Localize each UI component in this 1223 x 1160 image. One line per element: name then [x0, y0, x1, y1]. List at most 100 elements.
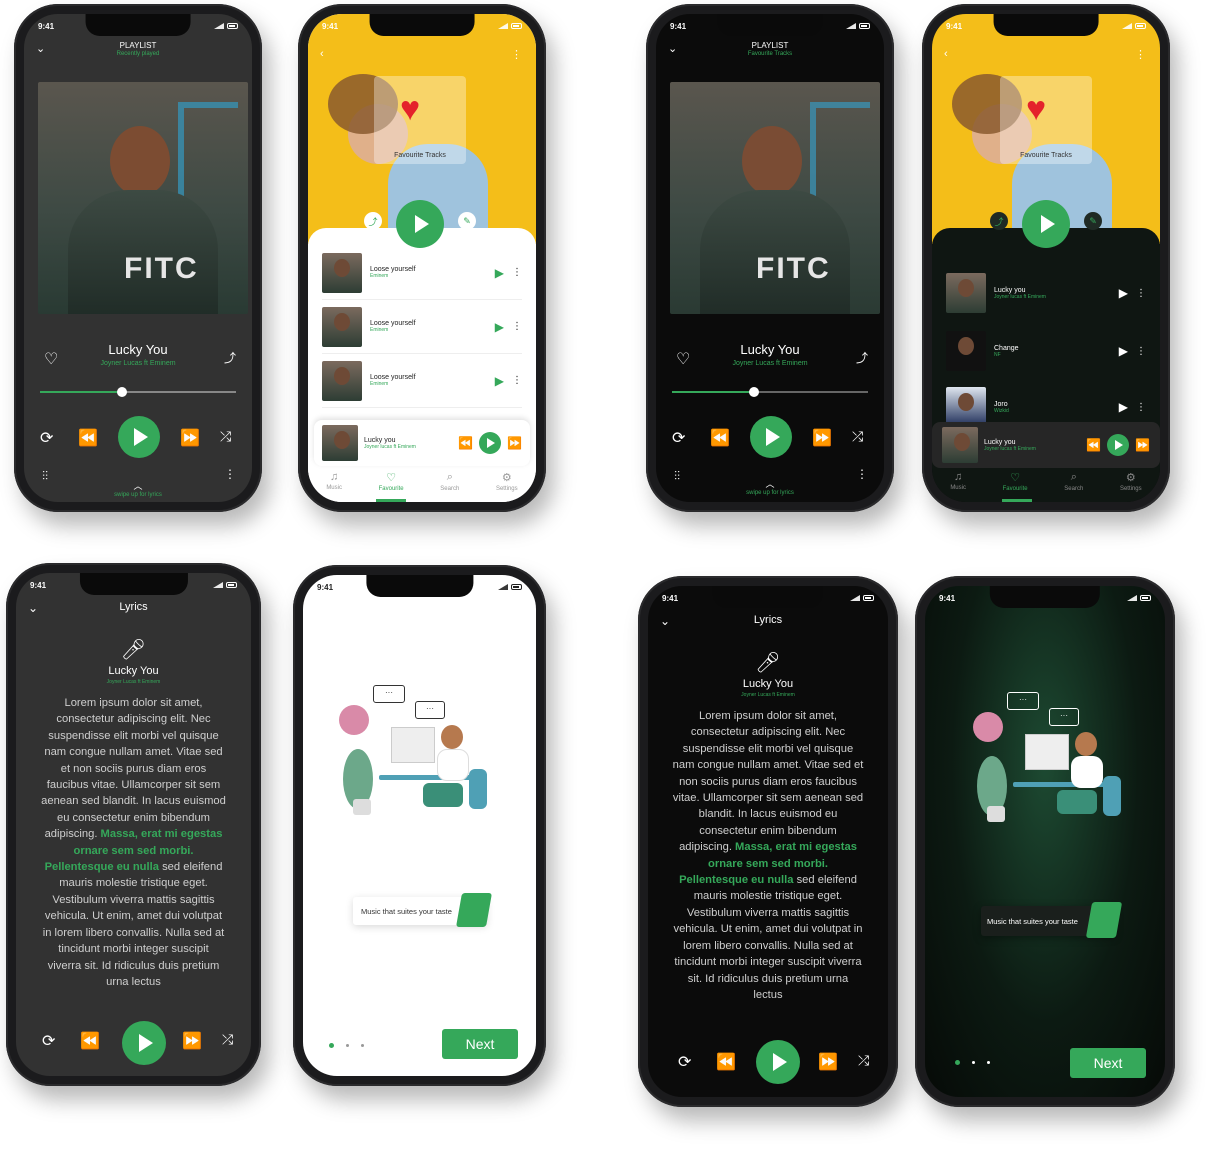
previous-icon[interactable]: ⏪ — [716, 1052, 736, 1072]
next-button[interactable]: Next — [1070, 1048, 1146, 1078]
next-icon[interactable]: ⏩ — [180, 428, 200, 448]
list-item[interactable]: Loose yourself Eminem ▶ ⋮ — [322, 300, 522, 354]
next-icon[interactable]: ⏩ — [1135, 438, 1150, 452]
track-artist: Wizkid — [994, 407, 1009, 414]
menu-icon[interactable]: ⋮ — [511, 48, 522, 61]
tab-bar: ♫ Music ♡ Favourite ⌕ Search ⚙ Settings — [308, 460, 536, 502]
tab-music[interactable]: ♫ Music — [326, 471, 342, 491]
tab-favourite[interactable]: ♡ Favourite — [379, 471, 404, 492]
tab-indicator — [1002, 499, 1032, 502]
share-circle-icon[interactable]: ⤴ — [990, 212, 1008, 230]
caption-text: Music that suites your taste — [361, 907, 452, 916]
play-icon — [773, 1053, 787, 1071]
share-circle-icon[interactable]: ⤴ — [364, 212, 382, 230]
microphone-icon: 🎤︎ — [755, 652, 781, 674]
track-play-icon[interactable]: ▶ — [495, 320, 504, 334]
previous-icon[interactable]: ⏪ — [78, 428, 98, 448]
list-item[interactable]: Change NF ▶ ⋮ — [946, 324, 1146, 378]
tab-settings[interactable]: ⚙ Settings — [496, 471, 518, 492]
microphone-icon: 🎤︎ — [120, 639, 147, 661]
seek-handle[interactable] — [117, 387, 128, 397]
shuffle-icon[interactable]: ⤮ — [220, 428, 231, 445]
repeat-icon[interactable]: ⟳ — [42, 1031, 55, 1051]
back-icon[interactable]: ‹ — [320, 48, 324, 60]
shuffle-icon[interactable]: ⤮ — [852, 428, 863, 445]
previous-icon[interactable]: ⏪ — [710, 428, 730, 448]
track-more-icon[interactable]: ⋮ — [1136, 402, 1146, 413]
next-icon[interactable]: ⏩ — [812, 428, 832, 448]
next-icon[interactable]: ⏩ — [507, 436, 522, 450]
repeat-icon[interactable]: ⟳ — [678, 1052, 691, 1072]
play-button[interactable] — [1022, 200, 1070, 248]
phone-player-dark: 9:41 ⌄ PLAYLIST Recently played FITC ♡ L… — [14, 4, 262, 512]
next-button[interactable]: Next — [442, 1029, 518, 1059]
list-item[interactable]: Loose yourself Eminem ▶ ⋮ — [322, 246, 522, 300]
tab-favourite[interactable]: ♡ Favourite — [1003, 471, 1028, 492]
next-icon[interactable]: ⏩ — [182, 1031, 202, 1051]
track-play-icon[interactable]: ▶ — [1119, 286, 1128, 300]
mini-play-button[interactable] — [479, 432, 502, 454]
play-button[interactable] — [118, 416, 160, 458]
track-more-icon[interactable]: ⋮ — [1136, 288, 1146, 299]
page-dot-active[interactable] — [329, 1043, 334, 1048]
onboarding-screen: 9:41 ··· ··· Music that suites your tast… — [925, 586, 1165, 1097]
tab-label: Music — [326, 485, 342, 491]
track-more-icon[interactable]: ⋮ — [512, 321, 522, 332]
mini-play-button[interactable] — [1107, 434, 1130, 456]
previous-icon[interactable]: ⏪ — [1086, 438, 1101, 452]
mini-player-thumbnail — [322, 425, 358, 461]
share-icon[interactable]: ⤴ — [856, 349, 868, 366]
tab-search[interactable]: ⌕ Search — [1064, 471, 1083, 492]
repeat-icon[interactable]: ⟳ — [40, 428, 53, 448]
lyrics-text: Lorem ipsum dolor sit amet, consectetur … — [16, 695, 251, 990]
track-play-icon[interactable]: ▶ — [495, 374, 504, 388]
play-button[interactable] — [396, 200, 444, 248]
previous-icon[interactable]: ⏪ — [80, 1031, 100, 1051]
track-play-icon[interactable]: ▶ — [495, 266, 504, 280]
play-button[interactable] — [122, 1021, 166, 1065]
list-item[interactable]: Loose yourself Eminem ▶ ⋮ — [322, 354, 522, 408]
status-bar: 9:41 — [24, 14, 252, 38]
song-artist: Joyner Lucas ft Eminem — [100, 360, 176, 367]
previous-icon[interactable]: ⏪ — [458, 436, 473, 450]
share-icon[interactable]: ⤴ — [224, 349, 236, 366]
next-icon[interactable]: ⏩ — [818, 1052, 838, 1072]
shuffle-icon[interactable]: ⤮ — [222, 1031, 233, 1048]
favourites-screen: ♥ Favourite Tracks 9:41 ‹ ⋮ ⤴ ✎ Loose yo… — [308, 14, 536, 502]
back-icon[interactable]: ‹ — [944, 48, 948, 60]
menu-icon[interactable]: ⋮ — [1135, 48, 1146, 61]
status-bar: 9:41 — [308, 14, 536, 38]
tab-search[interactable]: ⌕ Search — [440, 471, 459, 492]
shuffle-icon[interactable]: ⤮ — [858, 1052, 869, 1069]
playlist-header: PLAYLIST — [119, 41, 157, 50]
play-button[interactable] — [756, 1040, 800, 1084]
caption-accent — [456, 893, 492, 927]
track-more-icon[interactable]: ⋮ — [512, 267, 522, 278]
player-screen: 9:41 ⌄ PLAYLIST Favourite Tracks FITC ♡ … — [656, 14, 884, 502]
page-dot[interactable] — [972, 1061, 975, 1064]
page-dot[interactable] — [346, 1044, 349, 1047]
page-dot-active[interactable] — [955, 1060, 960, 1065]
track-play-icon[interactable]: ▶ — [1119, 400, 1128, 414]
track-more-icon[interactable]: ⋮ — [512, 375, 522, 386]
phone-favourites-black: ♥ Favourite Tracks 9:41 ‹ ⋮ ⤴ ✎ Lucky yo… — [922, 4, 1170, 512]
tab-music[interactable]: ♫ Music — [950, 471, 966, 491]
page-dot[interactable] — [987, 1061, 990, 1064]
tab-settings[interactable]: ⚙ Settings — [1120, 471, 1142, 492]
song-title: Lucky You — [740, 342, 800, 357]
track-play-icon[interactable]: ▶ — [1119, 344, 1128, 358]
seek-handle[interactable] — [749, 387, 760, 397]
repeat-icon[interactable]: ⟳ — [672, 428, 685, 448]
track-more-icon[interactable]: ⋮ — [1136, 346, 1146, 357]
play-button[interactable] — [750, 416, 792, 458]
page-dot[interactable] — [361, 1044, 364, 1047]
more-icon[interactable]: ⋮ — [224, 467, 236, 481]
seek-bar[interactable] — [40, 387, 236, 397]
more-icon[interactable]: ⋮ — [856, 467, 868, 481]
edit-circle-icon[interactable]: ✎ — [458, 212, 476, 230]
edit-circle-icon[interactable]: ✎ — [1084, 212, 1102, 230]
list-item[interactable]: Lucky you Joyner lucas ft Eminem ▶ ⋮ — [946, 266, 1146, 320]
seek-bar[interactable] — [672, 387, 868, 397]
song-artist: Joyner Lucas ft Eminem — [106, 679, 161, 685]
tab-label: Settings — [495, 485, 518, 492]
